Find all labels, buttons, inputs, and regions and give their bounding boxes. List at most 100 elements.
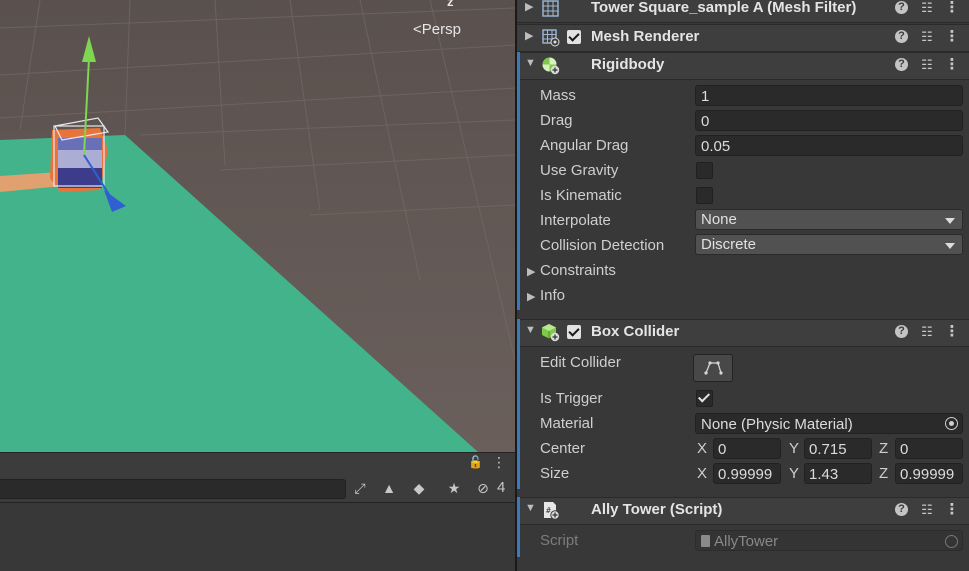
bottom-panel: 🔓 ⋮ ⤢ ▲ ◆ ★ ⊘ 4	[0, 452, 515, 571]
ally-tower-header[interactable]: ▼ # Ally Tower (Script) ? ☷ ⋮	[520, 497, 969, 525]
interpolate-label: Interpolate	[540, 212, 611, 229]
collision-detection-value: Discrete	[701, 236, 757, 253]
mesh-renderer-icon	[542, 29, 560, 47]
foldout-arrow-icon[interactable]: ▶	[525, 0, 533, 13]
help-icon[interactable]: ?	[895, 503, 908, 516]
script-field: AllyTower	[695, 530, 963, 551]
material-label: Material	[540, 415, 594, 432]
hidden-count: 4	[497, 479, 506, 496]
collision-detection-dropdown[interactable]: Discrete	[695, 234, 963, 255]
is-kinematic-checkbox[interactable]	[696, 187, 713, 204]
component-title: Rigidbody	[591, 56, 665, 73]
enabled-checkbox[interactable]	[567, 325, 581, 339]
material-field[interactable]: None (Physic Material)	[695, 413, 963, 434]
help-icon[interactable]: ?	[895, 325, 908, 338]
kebab-menu-icon[interactable]: ⋮	[944, 29, 960, 45]
hidden-packages-icon[interactable]: ⊘	[470, 478, 496, 499]
script-file-icon	[701, 535, 710, 547]
size-z-label: Z	[879, 465, 889, 482]
kebab-menu-icon[interactable]: ⋮	[944, 502, 960, 518]
box-collider-icon	[542, 324, 560, 342]
favorites-star-icon[interactable]: ★	[441, 478, 467, 499]
size-label: Size	[540, 465, 570, 482]
filter-by-type-icon[interactable]: ▲	[376, 478, 402, 499]
mass-field[interactable]: 1	[695, 85, 963, 106]
mass-label: Mass	[540, 87, 576, 104]
preset-icon[interactable]: ☷	[919, 324, 935, 340]
kebab-menu-icon[interactable]: ⋮	[492, 454, 506, 471]
size-y-field[interactable]: 1.43	[804, 463, 872, 484]
angular-drag-label: Angular Drag	[540, 137, 629, 154]
mesh-renderer-header[interactable]: ▶ Mesh Renderer ? ☷ ⋮	[517, 24, 969, 52]
svg-text:#: #	[546, 506, 551, 515]
drag-field[interactable]: 0	[695, 110, 963, 131]
edit-bounds-icon	[704, 361, 723, 375]
center-y-field[interactable]: 0.715	[804, 438, 872, 459]
foldout-arrow-icon[interactable]: ▼	[525, 324, 536, 336]
rigidbody-header[interactable]: ▼ Rigidbody ? ☷ ⋮	[520, 52, 969, 80]
enabled-checkbox[interactable]	[567, 30, 581, 44]
dropdown-arrow-icon	[945, 243, 955, 249]
angular-drag-field[interactable]: 0.05	[695, 135, 963, 156]
edit-collider-label: Edit Collider	[540, 354, 621, 371]
center-z-field[interactable]: 0	[895, 438, 963, 459]
info-foldout[interactable]: Info	[540, 287, 565, 304]
help-icon[interactable]: ?	[895, 1, 908, 14]
component-title: Ally Tower (Script)	[591, 501, 723, 518]
preset-icon[interactable]: ☷	[919, 0, 935, 16]
kebab-menu-icon[interactable]: ⋮	[944, 324, 960, 340]
center-x-field[interactable]: 0	[713, 438, 781, 459]
center-label: Center	[540, 440, 586, 457]
size-x-field[interactable]: 0.99999	[713, 463, 781, 484]
size-x-label: X	[697, 465, 708, 482]
rigidbody-icon	[542, 57, 560, 75]
dropdown-arrow-icon	[945, 218, 955, 224]
kebab-menu-icon[interactable]: ⋮	[944, 57, 960, 73]
constraints-foldout[interactable]: Constraints	[540, 262, 616, 279]
use-gravity-checkbox[interactable]	[696, 162, 713, 179]
center-y-label: Y	[789, 440, 800, 457]
preset-icon[interactable]: ☷	[919, 502, 935, 518]
scene-canvas[interactable]	[0, 0, 515, 452]
bottom-panel-header: 🔓 ⋮	[0, 452, 515, 477]
size-z-field[interactable]: 0.99999	[895, 463, 963, 484]
axis-label: z	[447, 0, 454, 9]
script-value: AllyTower	[714, 533, 779, 550]
interpolate-dropdown[interactable]: None	[695, 209, 963, 230]
object-picker-icon	[945, 535, 958, 548]
filter-by-label-icon[interactable]: ◆	[406, 478, 432, 499]
kebab-menu-icon[interactable]: ⋮	[944, 0, 960, 16]
component-title: Mesh Renderer	[591, 28, 700, 45]
object-picker-icon[interactable]	[945, 417, 958, 430]
info-foldout-icon[interactable]: ▶	[527, 290, 535, 303]
projection-label: Persp	[421, 21, 461, 38]
preset-icon[interactable]: ☷	[919, 29, 935, 45]
edit-collider-button[interactable]	[693, 354, 733, 382]
help-icon[interactable]: ?	[895, 58, 908, 71]
constraints-foldout-icon[interactable]: ▶	[527, 265, 535, 278]
component-title: Box Collider	[591, 323, 680, 340]
center-x-label: X	[697, 440, 708, 457]
selection-indicator	[517, 52, 520, 310]
box-collider-header[interactable]: ▼ Box Collider ? ☷ ⋮	[520, 319, 969, 347]
foldout-arrow-icon[interactable]: ▼	[525, 502, 536, 514]
scene-view[interactable]: z <Persp	[0, 0, 515, 452]
component-title: Tower Square_sample A (Mesh Filter)	[591, 0, 857, 16]
size-y-label: Y	[789, 465, 800, 482]
interpolate-value: None	[701, 211, 737, 228]
is-trigger-label: Is Trigger	[540, 390, 603, 407]
collision-detection-label: Collision Detection	[540, 237, 665, 254]
open-in-window-icon[interactable]: ⤢	[347, 478, 373, 499]
is-trigger-checkbox[interactable]	[696, 390, 713, 407]
use-gravity-label: Use Gravity	[540, 162, 619, 179]
foldout-arrow-icon[interactable]: ▶	[525, 29, 533, 42]
projection-toggle[interactable]: <Persp	[413, 21, 461, 38]
mesh-filter-header[interactable]: ▶ Tower Square_sample A (Mesh Filter) ? …	[517, 0, 969, 23]
preset-icon[interactable]: ☷	[919, 57, 935, 73]
mesh-filter-icon	[542, 0, 559, 17]
foldout-arrow-icon[interactable]: ▼	[525, 57, 536, 69]
help-icon[interactable]: ?	[895, 30, 908, 43]
search-input[interactable]	[0, 479, 346, 499]
lock-icon[interactable]: 🔓	[468, 455, 483, 469]
drag-label: Drag	[540, 112, 573, 129]
